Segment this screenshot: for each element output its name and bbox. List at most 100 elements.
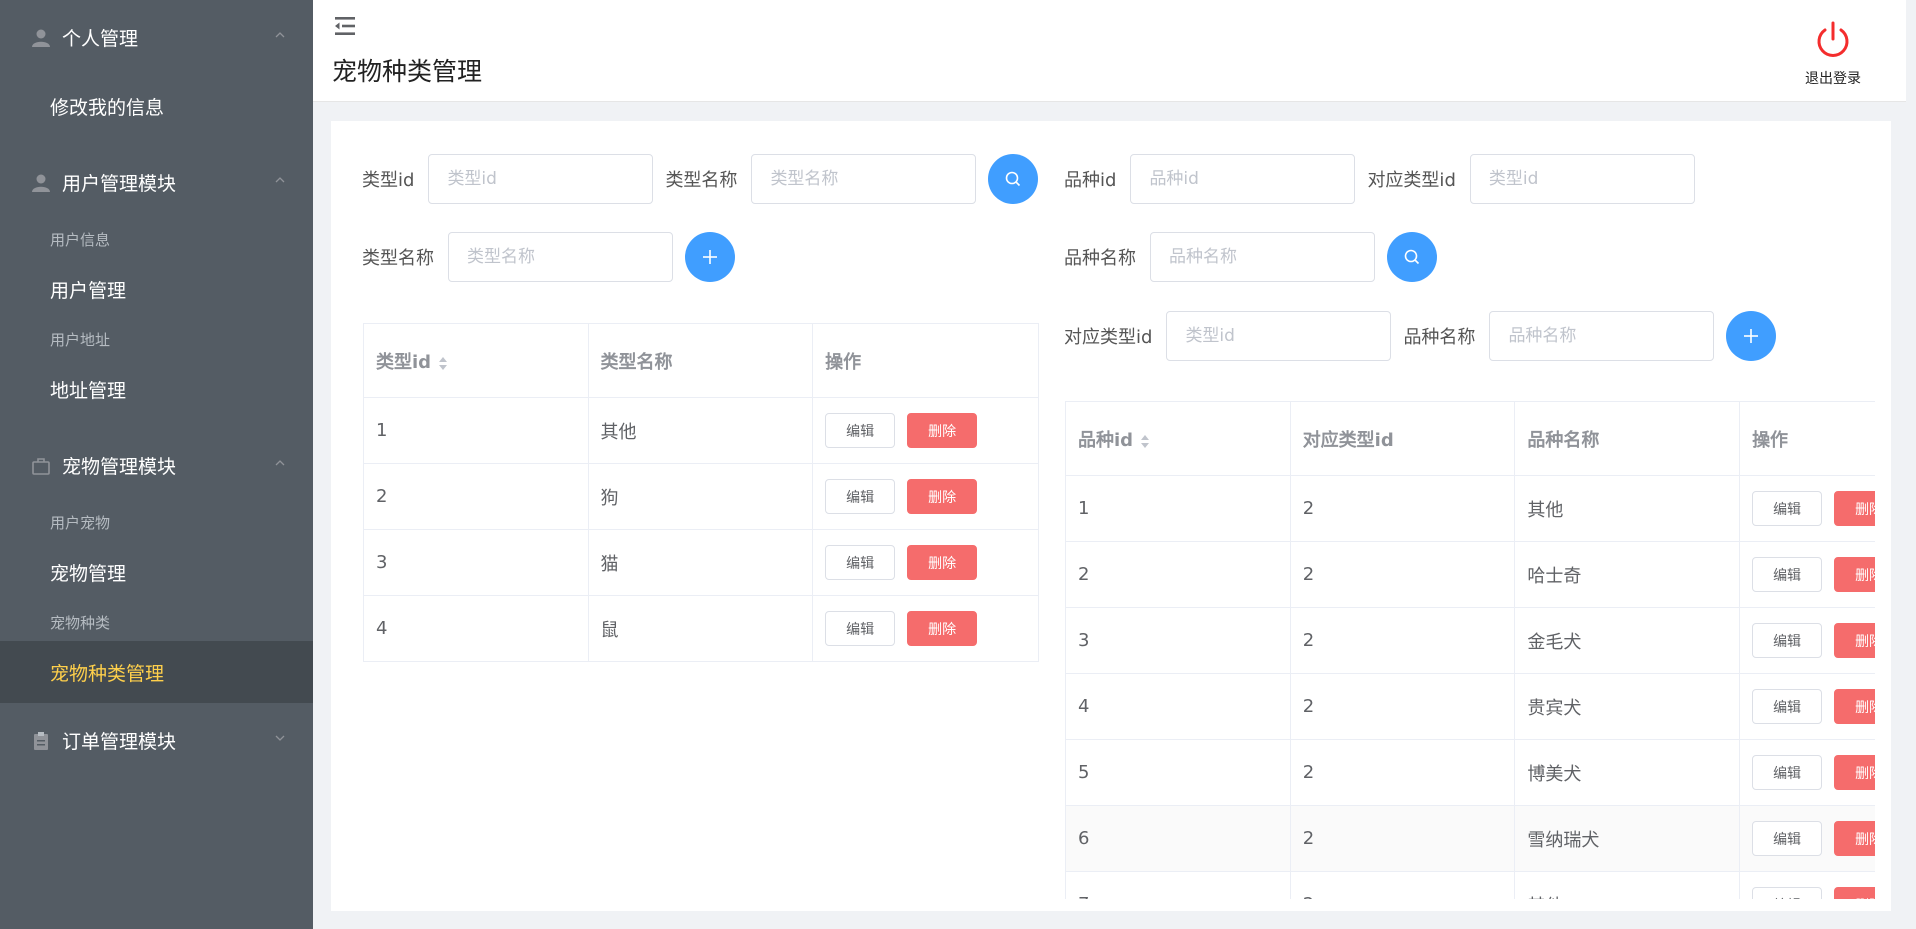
type-name-label: 类型名称 bbox=[665, 170, 738, 191]
edit-button[interactable]: 编辑 bbox=[1752, 821, 1823, 856]
menu-group-pets: 宠物管理模块 用户宠物 宠物管理 宠物种类 宠物种类管理 bbox=[0, 428, 313, 703]
breed-table-scroll[interactable]: 品种id 对应类型id 品种名称 操作 1 2 其他 编辑删除 2 2 哈士奇 bbox=[1064, 401, 1875, 899]
delete-button[interactable]: 删除 bbox=[907, 479, 978, 514]
cell-breed-type-id: 2 bbox=[1289, 673, 1516, 740]
breed-name-search-input[interactable] bbox=[1150, 232, 1375, 282]
cell-type-id: 3 bbox=[363, 529, 589, 596]
sort-caret-icon[interactable] bbox=[1139, 432, 1151, 450]
menu-item-edit-info[interactable]: 修改我的信息 bbox=[0, 75, 313, 137]
edit-button[interactable]: 编辑 bbox=[1752, 623, 1823, 658]
delete-button[interactable]: 删除 bbox=[907, 545, 978, 580]
col-type-name: 类型名称 bbox=[587, 323, 814, 398]
col-breed-type-id: 对应类型id bbox=[1289, 401, 1516, 476]
cell-ops: 编辑删除 bbox=[1739, 541, 1875, 608]
cell-ops: 编辑删除 bbox=[1739, 607, 1875, 674]
menu-item-pet-manage[interactable]: 宠物管理 bbox=[0, 541, 313, 603]
delete-button[interactable]: 删除 bbox=[1834, 821, 1875, 856]
cell-breed-name: 其他 bbox=[1514, 871, 1741, 899]
menu-item-pet-type-manage[interactable]: 宠物种类管理 bbox=[0, 641, 313, 703]
cell-breed-type-id: 2 bbox=[1289, 475, 1516, 542]
cell-ops: 编辑删除 bbox=[812, 595, 1039, 662]
type-search-form: 类型id 类型名称 bbox=[362, 154, 1039, 204]
col-breed-name: 品种名称 bbox=[1514, 401, 1741, 476]
type-table: 类型id 类型名称 操作 1 其他 编辑 删除 2 狗 编辑 删除 3 猫 编辑 删除 bbox=[363, 323, 1039, 662]
edit-button[interactable]: 编辑 bbox=[1752, 689, 1823, 724]
breed-name-add-input[interactable] bbox=[1489, 311, 1715, 361]
breed-add-button[interactable] bbox=[1726, 311, 1777, 361]
col-breed-id[interactable]: 品种id bbox=[1065, 401, 1291, 476]
menu-title-users[interactable]: 用户管理模块 bbox=[0, 145, 313, 220]
header: 宠物种类管理 退出登录 bbox=[313, 0, 1906, 102]
delete-button[interactable]: 删除 bbox=[1834, 557, 1875, 592]
menu-item-address-manage[interactable]: 地址管理 bbox=[0, 358, 313, 420]
breed-add-form: 对应类型id 品种名称 bbox=[1064, 311, 1777, 361]
cell-breed-type-id: 2 bbox=[1289, 739, 1516, 806]
search-icon bbox=[1404, 249, 1420, 265]
edit-button[interactable]: 编辑 bbox=[1752, 887, 1823, 899]
type-add-button[interactable] bbox=[685, 232, 735, 282]
search-icon bbox=[1006, 171, 1021, 187]
cell-breed-type-id: 2 bbox=[1289, 871, 1516, 899]
cell-breed-id: 2 bbox=[1065, 541, 1291, 608]
delete-button[interactable]: 删除 bbox=[1834, 623, 1875, 658]
bag-icon bbox=[30, 455, 52, 477]
logout-button[interactable]: 退出登录 bbox=[1783, 20, 1883, 88]
edit-button[interactable]: 编辑 bbox=[1752, 491, 1823, 526]
type-search-button[interactable] bbox=[988, 154, 1039, 204]
menu-sub-user-pets: 用户宠物 bbox=[50, 513, 111, 532]
table-row: 1 其他 编辑 删除 bbox=[363, 397, 1039, 464]
type-name-search-input[interactable] bbox=[751, 154, 977, 204]
delete-button[interactable]: 删除 bbox=[907, 413, 978, 448]
edit-button[interactable]: 编辑 bbox=[825, 479, 896, 514]
menu-title-orders[interactable]: 订单管理模块 bbox=[0, 703, 313, 778]
menu-title-pets[interactable]: 宠物管理模块 bbox=[0, 428, 313, 503]
edit-button[interactable]: 编辑 bbox=[1752, 755, 1823, 790]
breed-type-id-search-input[interactable] bbox=[1469, 154, 1695, 204]
cell-type-id: 1 bbox=[363, 397, 589, 464]
cell-ops: 编辑删除 bbox=[812, 397, 1039, 464]
breed-type-id-add-input[interactable] bbox=[1166, 311, 1392, 361]
collapse-menu-icon[interactable] bbox=[333, 14, 357, 38]
cell-breed-id: 7 bbox=[1065, 871, 1291, 899]
cell-breed-id: 6 bbox=[1065, 805, 1291, 872]
sidebar: 个人管理 修改我的信息 用户管理模块 用户信息 用户管理 用户地址 地址管理 宠… bbox=[0, 0, 313, 929]
menu-sub-user-info: 用户信息 bbox=[50, 230, 111, 249]
edit-button[interactable]: 编辑 bbox=[1752, 557, 1823, 592]
edit-button[interactable]: 编辑 bbox=[825, 413, 896, 448]
cell-breed-id: 4 bbox=[1065, 673, 1291, 740]
menu-sub-pet-types: 宠物种类 bbox=[50, 613, 111, 632]
cell-type-id: 4 bbox=[363, 595, 589, 662]
type-name-add-input[interactable] bbox=[448, 232, 673, 282]
cell-ops: 编辑删除 bbox=[1739, 673, 1875, 740]
col-type-id[interactable]: 类型id bbox=[363, 323, 589, 398]
breed-search-form: 品种id 对应类型id bbox=[1064, 154, 1707, 204]
table-row: 3 2 金毛犬 编辑删除 bbox=[1065, 607, 1875, 674]
edit-button[interactable]: 编辑 bbox=[825, 545, 896, 580]
table-row: 5 2 博美犬 编辑删除 bbox=[1065, 739, 1875, 806]
delete-button[interactable]: 删除 bbox=[1834, 755, 1875, 790]
breed-search-button[interactable] bbox=[1387, 232, 1437, 282]
sort-caret-icon[interactable] bbox=[437, 354, 449, 372]
cell-breed-type-id: 2 bbox=[1289, 607, 1516, 674]
table-header-row: 类型id 类型名称 操作 bbox=[363, 323, 1039, 398]
delete-button[interactable]: 删除 bbox=[1834, 689, 1875, 724]
menu-title-label: 用户管理模块 bbox=[62, 173, 177, 195]
menu-title-personal[interactable]: 个人管理 bbox=[0, 0, 313, 75]
breed-table: 品种id 对应类型id 品种名称 操作 1 2 其他 编辑删除 2 2 哈士奇 bbox=[1065, 401, 1875, 899]
cell-breed-name: 贵宾犬 bbox=[1514, 673, 1741, 740]
menu-item-user-manage[interactable]: 用户管理 bbox=[0, 258, 313, 320]
col-label: 类型id bbox=[376, 351, 432, 373]
type-id-search-input[interactable] bbox=[428, 154, 654, 204]
delete-button[interactable]: 删除 bbox=[907, 611, 978, 646]
edit-button[interactable]: 编辑 bbox=[825, 611, 896, 646]
cell-breed-name: 金毛犬 bbox=[1514, 607, 1741, 674]
breed-search-form-2: 品种名称 bbox=[1064, 232, 1437, 282]
delete-button[interactable]: 删除 bbox=[1834, 887, 1875, 899]
breed-name-add-label: 品种名称 bbox=[1403, 327, 1476, 348]
cell-ops: 编辑删除 bbox=[812, 463, 1039, 530]
cell-ops: 编辑删除 bbox=[1739, 871, 1875, 899]
breed-id-search-input[interactable] bbox=[1130, 154, 1356, 204]
delete-button[interactable]: 删除 bbox=[1834, 491, 1875, 526]
menu-group-users: 用户管理模块 用户信息 用户管理 用户地址 地址管理 bbox=[0, 145, 313, 420]
table-row: 1 2 其他 编辑删除 bbox=[1065, 475, 1875, 542]
